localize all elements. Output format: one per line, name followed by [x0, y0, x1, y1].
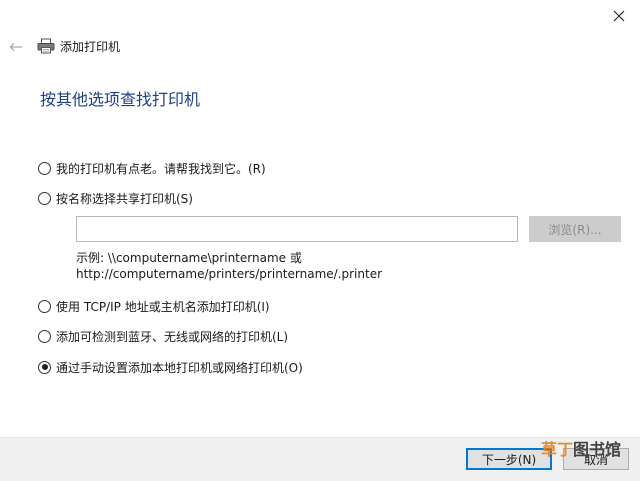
radio-old-printer[interactable]: [38, 161, 51, 175]
radio-bluetooth-wireless[interactable]: [38, 329, 51, 343]
watermark-part-2: 图书馆: [573, 440, 622, 459]
option-manual-settings-label: 通过手动设置添加本地打印机或网络打印机(O): [56, 360, 303, 375]
browse-button[interactable]: 浏览(R)...: [529, 216, 621, 242]
option-shared-printer-label: 按名称选择共享打印机(S): [56, 191, 193, 206]
option-old-printer-label: 我的打印机有点老。请帮我找到它。(R): [56, 161, 266, 176]
watermark-part-1: 草丁: [541, 440, 574, 459]
example-line-2: http://computername/printers/printername…: [76, 267, 383, 281]
back-button[interactable]: [6, 37, 26, 57]
close-button[interactable]: [604, 4, 634, 28]
add-printer-dialog: 添加打印机 按其他选项查找打印机 我的打印机有点老。请帮我找到它。(R) 按名称…: [0, 0, 640, 481]
printer-icon: [37, 38, 55, 54]
page-heading: 按其他选项查找打印机: [40, 90, 201, 109]
back-arrow-icon: [9, 43, 22, 51]
option-tcpip[interactable]: 使用 TCP/IP 地址或主机名添加打印机(I): [38, 297, 270, 315]
option-old-printer[interactable]: 我的打印机有点老。请帮我找到它。(R): [38, 159, 266, 177]
option-shared-printer[interactable]: 按名称选择共享打印机(S): [38, 189, 193, 207]
option-manual-settings[interactable]: 通过手动设置添加本地打印机或网络打印机(O): [38, 358, 303, 376]
option-bluetooth-wireless-label: 添加可检测到蓝牙、无线或网络的打印机(L): [56, 329, 289, 344]
shared-printer-name-input[interactable]: [76, 216, 518, 242]
next-button[interactable]: 下一步(N): [466, 448, 552, 470]
window-title: 添加打印机: [60, 40, 121, 54]
radio-tcpip[interactable]: [38, 299, 51, 313]
wizard-header: 添加打印机: [0, 34, 400, 60]
option-tcpip-label: 使用 TCP/IP 地址或主机名添加打印机(I): [56, 299, 270, 314]
close-icon: [613, 10, 625, 22]
radio-manual-settings[interactable]: [38, 360, 51, 374]
radio-shared-printer[interactable]: [38, 191, 51, 205]
option-bluetooth-wireless[interactable]: 添加可检测到蓝牙、无线或网络的打印机(L): [38, 327, 288, 345]
example-line-1: 示例: \\computername\printername 或: [76, 251, 302, 265]
watermark: 草丁图书馆: [541, 436, 621, 460]
shared-printer-example: 示例: \\computername\printername 或 http://…: [76, 250, 382, 282]
